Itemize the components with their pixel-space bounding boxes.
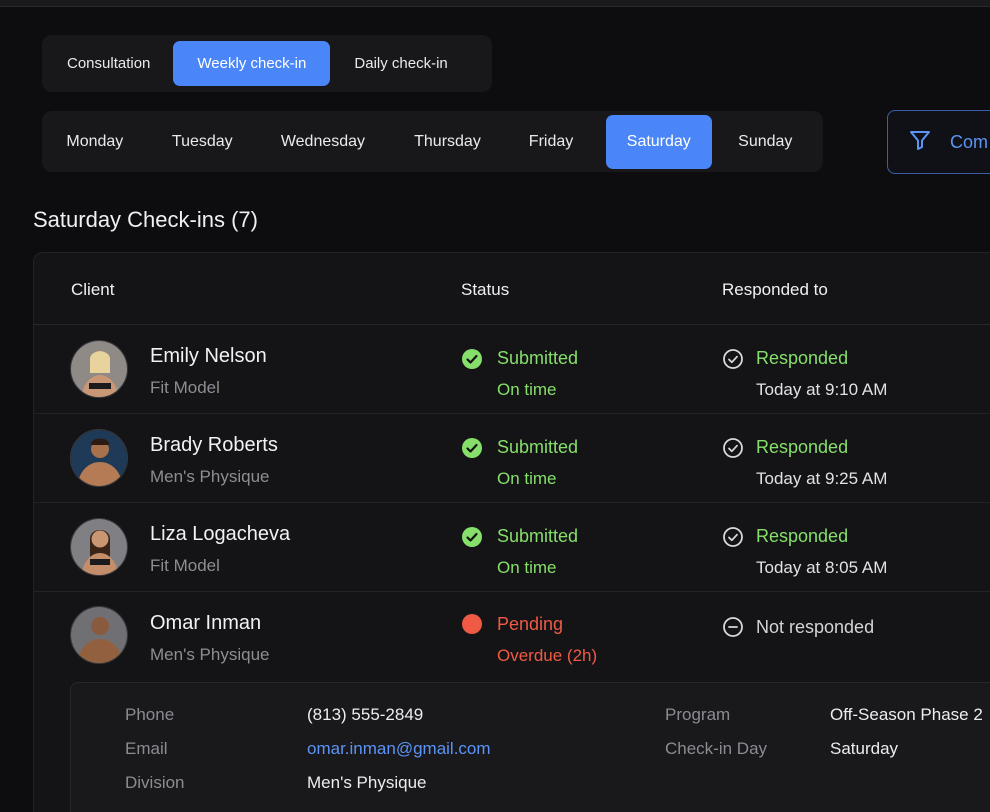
detail-label-checkin-day: Check-in Day [665,739,768,758]
table-row[interactable]: Brady Roberts Men's Physique Submitted O… [34,414,990,503]
check-circle-icon [462,527,482,547]
responded-time: Today at 8:05 AM [756,558,888,577]
client-division: Men's Physique [150,645,270,664]
avatar [70,606,128,664]
responded-time: Today at 9:25 AM [756,469,888,488]
check-circle-icon [462,438,482,458]
status-label: Pending [497,614,564,634]
check-circle-outline-icon [723,527,743,547]
day-tabs: Monday Tuesday Wednesday Thursday Friday… [42,111,823,172]
avatar [70,429,128,487]
detail-email-link[interactable]: omar.inman@gmail.com [307,739,491,759]
column-header-responded[interactable]: Responded to [722,280,828,300]
checkin-type-tabs: Consultation Weekly check-in Daily check… [42,35,492,92]
client-details-panel: Phone (813) 555-2849 Email omar.inman@gm… [70,682,990,812]
tab-saturday[interactable]: Saturday [606,114,712,169]
avatar [70,340,128,398]
tab-sunday[interactable]: Sunday [712,115,819,169]
detail-division: Men's Physique [307,773,427,792]
checkins-table: Client Status Responded to Emily Nelson … [33,252,990,812]
status-label: Submitted [497,348,579,368]
table-row[interactable]: Liza Logacheva Fit Model Submitted On ti… [34,503,990,592]
status-timing: On time [497,380,557,399]
responded-label: Responded [756,526,849,546]
client-name[interactable]: Brady Roberts [150,434,278,457]
minus-circle-icon [723,617,743,637]
tab-tuesday[interactable]: Tuesday [144,115,261,169]
detail-label-phone: Phone [125,705,175,724]
check-circle-icon [462,349,482,369]
column-header-client[interactable]: Client [71,280,114,300]
detail-phone: (813) 555-2849 [307,705,424,724]
responded-label: Not responded [756,617,875,637]
tab-thursday[interactable]: Thursday [385,115,510,169]
detail-checkin-day: Saturday [830,739,899,758]
filter-button-label: Com [950,131,989,152]
status-label: Submitted [497,526,579,546]
check-circle-outline-icon [723,349,743,369]
tab-monday[interactable]: Monday [46,115,144,169]
status-timing: Overdue (2h) [497,646,598,665]
client-name[interactable]: Liza Logacheva [150,523,290,546]
tab-wednesday[interactable]: Wednesday [261,115,385,169]
filter-icon [908,128,932,157]
tab-weekly-checkin[interactable]: Weekly check-in [173,41,331,86]
client-division: Men's Physique [150,467,270,486]
page-title: Saturday Check-ins (7) [33,207,258,232]
responded-label: Responded [756,437,849,457]
table-row[interactable]: Emily Nelson Fit Model Submitted On time… [34,325,990,414]
status-label: Submitted [497,437,579,457]
client-division: Fit Model [150,378,220,397]
pending-dot-icon [462,614,482,634]
detail-label-program: Program [665,705,731,724]
check-circle-outline-icon [723,438,743,458]
client-division: Fit Model [150,556,220,575]
tab-daily-checkin[interactable]: Daily check-in [334,41,467,86]
column-header-status[interactable]: Status [461,280,509,300]
tab-consultation[interactable]: Consultation [48,41,169,86]
client-name[interactable]: Emily Nelson [150,345,267,368]
filter-button[interactable]: Com [887,110,990,174]
avatar [70,518,128,576]
status-timing: On time [497,558,557,577]
responded-time: Today at 9:10 AM [756,380,888,399]
status-timing: On time [497,469,557,488]
tab-friday[interactable]: Friday [510,115,592,169]
responded-label: Responded [756,348,849,368]
client-name[interactable]: Omar Inman [150,612,261,635]
window-top-edge [0,0,990,7]
detail-program: Off-Season Phase 2 [830,705,983,724]
detail-label-division: Division [125,773,185,792]
detail-label-email: Email [125,739,168,758]
table-header: Client Status Responded to [34,253,990,325]
